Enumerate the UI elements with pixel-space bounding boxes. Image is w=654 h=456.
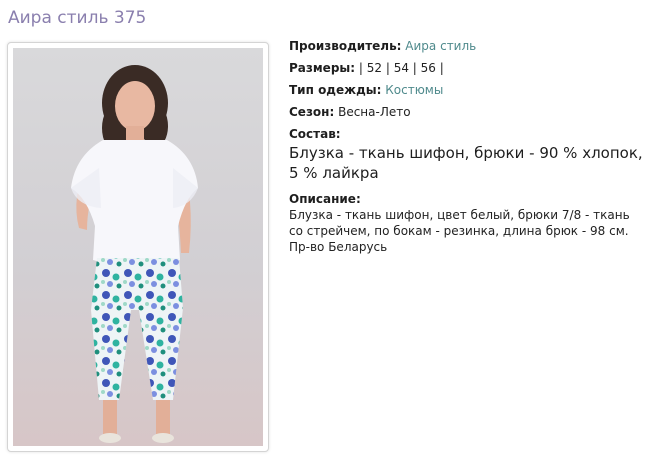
description-block: Описание: Блузка - ткань шифон, цвет бел… xyxy=(289,191,645,255)
manufacturer-row: Производитель: Аира стиль xyxy=(289,38,645,54)
description-label: Описание: xyxy=(289,192,361,206)
page-title: Аира стиль 375 xyxy=(8,8,147,28)
model-illustration xyxy=(71,65,198,443)
sizes-row: Размеры: | 52 | 54 | 56 | xyxy=(289,60,645,76)
composition-value: Блузка - ткань шифон, брюки - 90 % хлопо… xyxy=(289,144,643,182)
season-value: Весна-Лето xyxy=(338,105,411,119)
type-row: Тип одежды: Костюмы xyxy=(289,82,645,98)
description-value: Блузка - ткань шифон, цвет белый, брюки … xyxy=(289,208,630,254)
season-label: Сезон: xyxy=(289,105,335,119)
sizes-value: | 52 | 54 | 56 | xyxy=(358,61,444,75)
type-link[interactable]: Костюмы xyxy=(385,83,443,97)
manufacturer-label: Производитель: xyxy=(289,39,402,53)
type-label: Тип одежды: xyxy=(289,83,382,97)
composition-block: Состав: Блузка - ткань шифон, брюки - 90… xyxy=(289,126,645,183)
composition-label: Состав: xyxy=(289,127,341,141)
sizes-label: Размеры: xyxy=(289,61,356,75)
manufacturer-link[interactable]: Аира стиль xyxy=(405,39,476,53)
product-photo-frame[interactable] xyxy=(7,42,269,452)
season-row: Сезон: Весна-Лето xyxy=(289,104,645,120)
product-photo[interactable] xyxy=(13,48,263,446)
product-info: Производитель: Аира стиль Размеры: | 52 … xyxy=(289,38,645,257)
